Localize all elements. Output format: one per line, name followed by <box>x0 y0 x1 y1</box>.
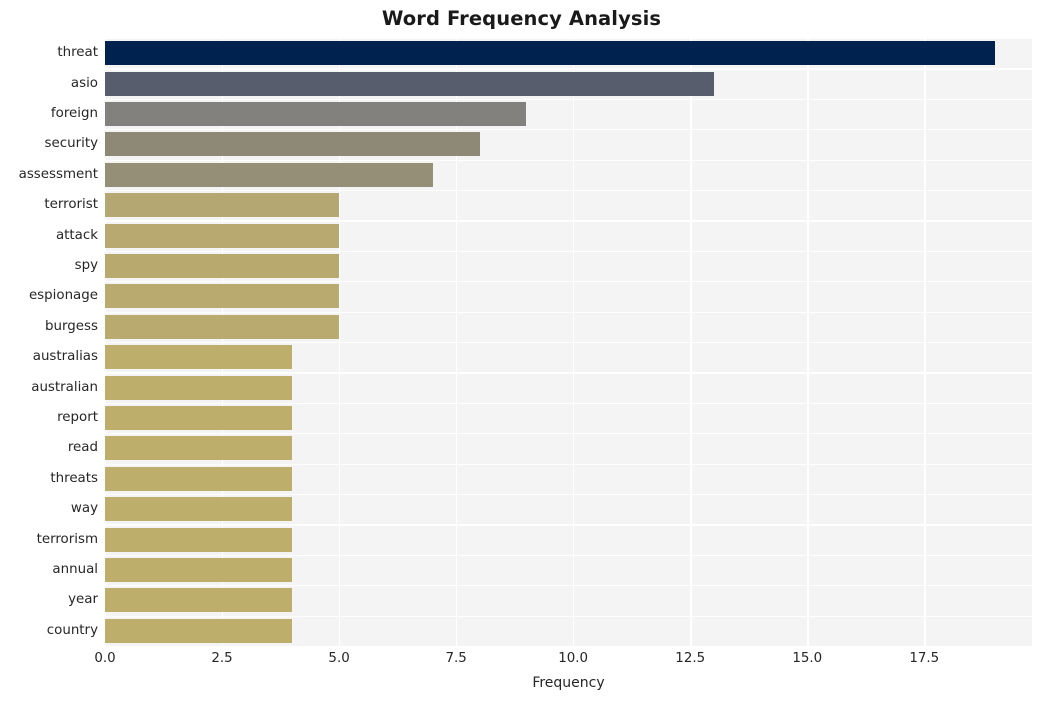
y-tick-label: australias <box>32 349 98 365</box>
horizontal-gridline <box>105 463 1032 465</box>
bar <box>105 345 293 370</box>
x-axis-title: Frequency <box>532 675 605 691</box>
y-tick-label: report <box>57 410 98 425</box>
y-tick-label: burgess <box>45 318 98 334</box>
bar <box>105 497 293 522</box>
chart-figure: Word Frequency Analysis threat asio foreig… <box>0 0 1043 701</box>
bar <box>105 254 340 278</box>
x-axis-tick-labels: 0.0 2.5 5.0 7.5 10.0 12.5 15.0 17.5 <box>0 650 1043 672</box>
x-tick-label: 17.5 <box>909 651 940 666</box>
horizontal-gridline <box>105 342 1032 344</box>
y-tick-label: terrorism <box>36 531 98 547</box>
horizontal-gridline <box>105 372 1032 374</box>
bar <box>105 436 293 461</box>
y-tick-label: security <box>44 136 98 152</box>
bar <box>105 102 527 126</box>
bar <box>105 314 340 339</box>
horizontal-gridline <box>105 494 1032 496</box>
y-tick-label: country <box>46 622 98 638</box>
horizontal-gridline <box>105 220 1032 222</box>
y-tick-label: threats <box>50 470 98 486</box>
bar <box>105 162 433 187</box>
horizontal-gridline <box>105 190 1032 192</box>
bar <box>105 284 340 309</box>
x-tick-label: 0.0 <box>94 651 116 666</box>
horizontal-gridline <box>105 433 1032 435</box>
horizontal-gridline <box>105 129 1032 131</box>
horizontal-gridline <box>105 281 1032 283</box>
x-tick-label: 15.0 <box>792 651 823 666</box>
x-tick-label: 7.5 <box>445 651 467 666</box>
horizontal-gridline <box>105 68 1032 70</box>
horizontal-gridline <box>105 585 1032 587</box>
horizontal-gridline <box>105 250 1032 253</box>
y-tick-label: foreign <box>50 106 98 121</box>
bar <box>105 406 293 430</box>
bar <box>105 558 293 582</box>
bar <box>105 132 480 157</box>
bar <box>105 375 293 400</box>
y-tick-label: annual <box>52 562 98 577</box>
y-tick-label: spy <box>74 258 98 273</box>
x-tick-label: 10.0 <box>558 651 589 666</box>
bar <box>105 588 293 613</box>
y-axis-tick-labels: threat asio foreign security assessment terro… <box>0 38 98 646</box>
bar <box>105 223 340 248</box>
x-tick-label: 5.0 <box>328 651 350 666</box>
horizontal-gridline <box>105 311 1032 313</box>
x-tick-label: 2.5 <box>211 651 233 666</box>
y-tick-label: way <box>70 501 98 517</box>
horizontal-gridline <box>105 159 1032 161</box>
y-tick-label: read <box>67 440 98 456</box>
horizontal-gridline <box>105 524 1032 526</box>
y-tick-label: assessment <box>18 166 98 182</box>
y-tick-label: espionage <box>28 288 98 304</box>
chart-title: Word Frequency Analysis <box>381 7 662 30</box>
bar <box>105 466 293 491</box>
bar <box>105 41 995 66</box>
bar <box>105 193 340 218</box>
y-tick-label: year <box>68 592 98 608</box>
y-tick-label: threat <box>57 45 98 61</box>
horizontal-gridline <box>105 98 1032 101</box>
y-tick-label: australian <box>31 379 98 395</box>
y-tick-label: attack <box>55 227 98 243</box>
plot-area <box>105 38 1032 646</box>
y-tick-label: terrorist <box>44 197 98 213</box>
horizontal-gridline <box>105 615 1032 617</box>
horizontal-gridline <box>105 554 1032 557</box>
horizontal-gridline <box>105 38 1032 40</box>
bar <box>105 527 293 552</box>
x-tick-label: 12.5 <box>675 651 706 666</box>
bar <box>105 71 714 96</box>
bar <box>105 618 293 643</box>
horizontal-gridline <box>105 402 1032 405</box>
y-tick-label: asio <box>70 75 98 91</box>
